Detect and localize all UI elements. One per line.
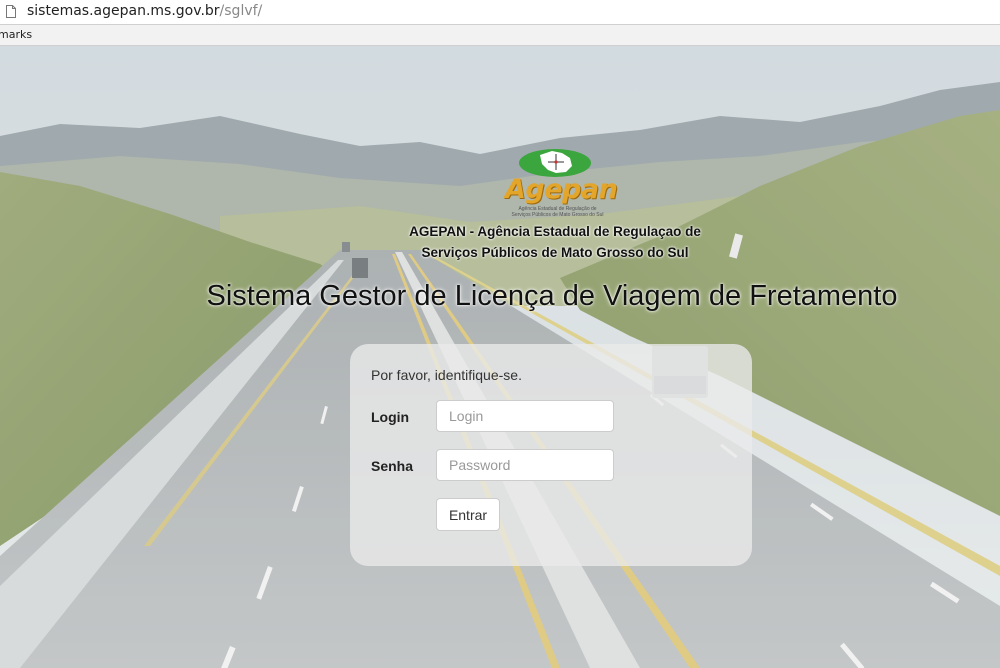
bookmarks-label[interactable]: marks <box>0 28 32 41</box>
password-input[interactable] <box>436 449 614 481</box>
bookmarks-bar: marks <box>0 25 1000 46</box>
address-bar[interactable]: sistemas.agepan.ms.gov.br/sglvf/ <box>0 0 1000 25</box>
password-label: Senha <box>371 458 414 474</box>
agency-name-line1: AGEPAN - Agência Estadual de Regulaçao d… <box>409 224 701 239</box>
logo-subtitle: Agência Estadual de Regulação de Serviço… <box>511 206 604 218</box>
login-input[interactable] <box>436 400 614 432</box>
url-text[interactable]: sistemas.agepan.ms.gov.br/sglvf/ <box>27 3 262 19</box>
url-path: /sglvf/ <box>219 3 263 19</box>
page-title: Sistema Gestor de Licença de Viagem de F… <box>206 280 898 312</box>
logo-wordmark: Agepan <box>505 174 618 205</box>
url-host: sistemas.agepan.ms.gov.br <box>27 3 220 19</box>
login-label: Login <box>371 409 410 425</box>
agency-name: AGEPAN - Agência Estadual de Regulaçao d… <box>380 221 730 263</box>
submit-button[interactable]: Entrar <box>436 498 500 531</box>
agency-name-line2: Serviços Públicos de Mato Grosso do Sul <box>421 245 689 260</box>
login-prompt: Por favor, identifique-se. <box>371 367 522 383</box>
page-icon <box>6 5 16 18</box>
login-panel: Por favor, identifique-se. Login Senha E… <box>350 344 752 566</box>
